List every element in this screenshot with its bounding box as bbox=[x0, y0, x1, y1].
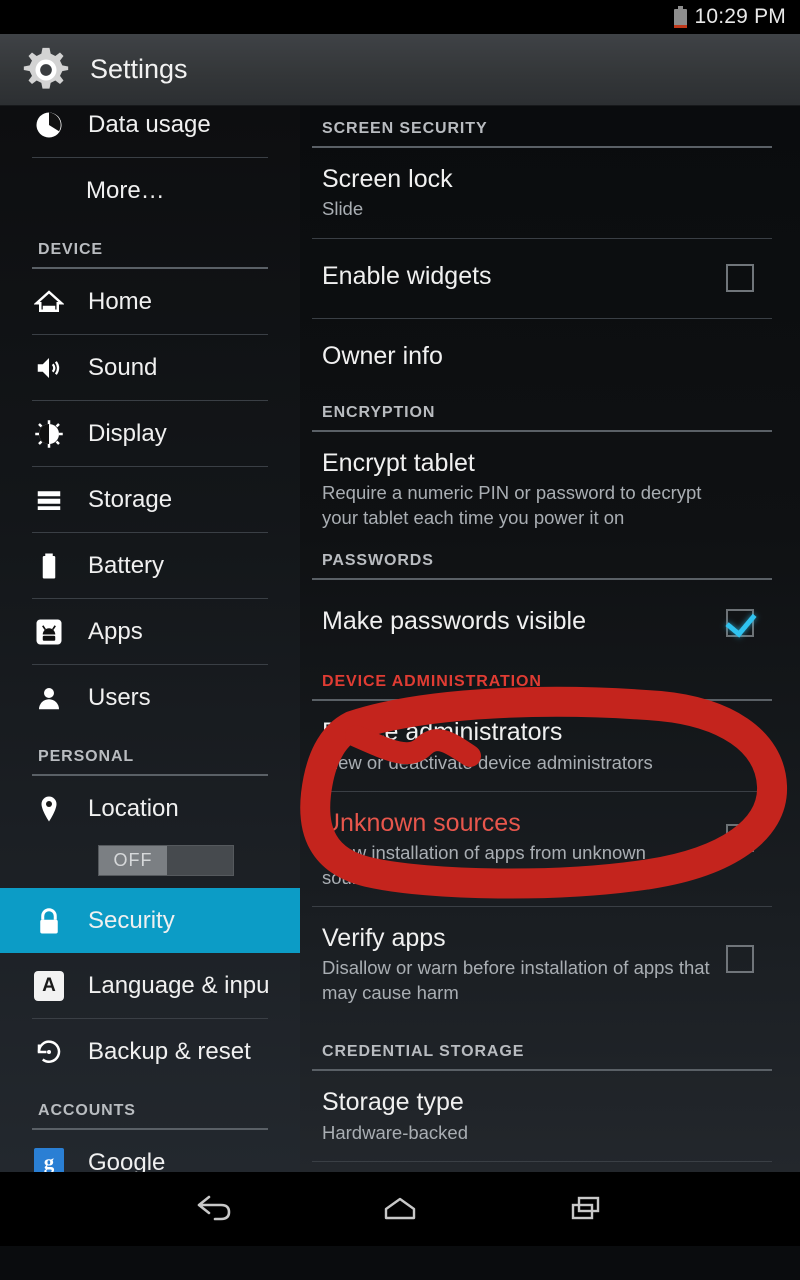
setting-row-unknown-sources[interactable]: Unknown sources Allow installation of ap… bbox=[300, 792, 800, 906]
settings-sidebar[interactable]: Data usage More… DEVICE Home Sound Displ… bbox=[0, 106, 300, 1172]
setting-row-owner-info[interactable]: Owner info bbox=[300, 319, 800, 382]
home-icon bbox=[32, 285, 66, 319]
action-bar: Settings bbox=[0, 34, 800, 106]
sidebar-item-storage[interactable]: Storage bbox=[0, 467, 300, 532]
sidebar-label: Display bbox=[88, 419, 167, 447]
android-settings-screen: 10:29 PM Settings Data usage More… DEVIC… bbox=[0, 0, 800, 1280]
sidebar-label: Apps bbox=[88, 617, 143, 645]
sidebar-item-sound[interactable]: Sound bbox=[0, 335, 300, 400]
lock-icon bbox=[32, 904, 66, 938]
row-title: Owner info bbox=[322, 341, 443, 370]
sidebar-item-data-usage[interactable]: Data usage bbox=[0, 106, 300, 157]
setting-row-trusted-credentials[interactable]: Trusted credentials bbox=[300, 1162, 800, 1172]
row-subtitle: Require a numeric PIN or password to dec… bbox=[322, 482, 702, 528]
sidebar-item-backup-reset[interactable]: Backup & reset bbox=[0, 1019, 300, 1084]
battery-icon bbox=[32, 549, 66, 583]
setting-row-make-passwords-visible[interactable]: Make passwords visible bbox=[300, 580, 800, 665]
pie-chart-icon bbox=[32, 108, 66, 142]
section-header-screen-security: SCREEN SECURITY bbox=[322, 120, 488, 137]
row-title: Encrypt tablet bbox=[322, 449, 475, 478]
row-title: Verify apps bbox=[322, 924, 446, 953]
gear-icon[interactable] bbox=[18, 42, 74, 98]
section-header-passwords: PASSWORDS bbox=[322, 552, 434, 570]
sidebar-item-users[interactable]: Users bbox=[0, 665, 300, 730]
sidebar-label: Language & inpu bbox=[88, 971, 270, 999]
sidebar-item-battery[interactable]: Battery bbox=[0, 533, 300, 598]
sidebar-label: Google bbox=[88, 1148, 166, 1173]
sidebar-label: Backup & reset bbox=[88, 1037, 251, 1065]
verify-apps-checkbox[interactable] bbox=[726, 945, 754, 974]
section-header-encryption: ENCRYPTION bbox=[322, 404, 436, 422]
sidebar-item-language-input[interactable]: A Language & inpu bbox=[0, 953, 300, 1018]
row-title: Make passwords visible bbox=[322, 607, 586, 636]
location-toggle-wrap: OFF bbox=[0, 841, 300, 888]
sidebar-header-personal: PERSONAL bbox=[38, 748, 135, 765]
sidebar-item-security[interactable]: Security bbox=[0, 888, 300, 953]
sidebar-label: More… bbox=[86, 176, 165, 204]
android-apps-icon bbox=[32, 615, 66, 649]
make-passwords-visible-checkbox[interactable] bbox=[726, 608, 754, 637]
section-header-credential-storage: CREDENTIAL STORAGE bbox=[322, 1043, 525, 1061]
sidebar-item-display[interactable]: Display bbox=[0, 401, 300, 466]
security-settings-pane[interactable]: SCREEN SECURITY Screen lock Slide Enable… bbox=[300, 106, 800, 1172]
location-toggle-label: OFF bbox=[99, 846, 167, 875]
person-icon bbox=[32, 681, 66, 715]
sidebar-item-home[interactable]: Home bbox=[0, 269, 300, 334]
row-subtitle: View or deactivate device administrators bbox=[322, 751, 653, 773]
sidebar-label: Storage bbox=[88, 485, 173, 513]
sidebar-header-device: DEVICE bbox=[38, 241, 103, 258]
content-area: Data usage More… DEVICE Home Sound Displ… bbox=[0, 106, 800, 1172]
section-header-device-administration: DEVICE ADMINISTRATION bbox=[322, 673, 542, 691]
sidebar-label: Data usage bbox=[88, 110, 211, 138]
sidebar-label: Security bbox=[88, 906, 175, 934]
setting-row-verify-apps[interactable]: Verify apps Disallow or warn before inst… bbox=[300, 907, 800, 1021]
sidebar-label: Sound bbox=[88, 353, 158, 381]
setting-row-encrypt-tablet[interactable]: Encrypt tablet Require a numeric PIN or … bbox=[300, 432, 800, 546]
navigation-bar bbox=[0, 1172, 800, 1246]
unknown-sources-checkbox[interactable] bbox=[726, 824, 754, 853]
sidebar-item-apps[interactable]: Apps bbox=[0, 599, 300, 664]
row-title: Screen lock bbox=[322, 165, 453, 193]
row-title: Storage type bbox=[322, 1088, 464, 1117]
row-subtitle: Allow installation of apps from unknown … bbox=[322, 842, 646, 888]
location-pin-icon bbox=[32, 792, 66, 826]
sidebar-item-more[interactable]: More… bbox=[0, 158, 300, 223]
setting-row-storage-type[interactable]: Storage type Hardware-backed bbox=[300, 1071, 800, 1161]
setting-row-device-administrators[interactable]: Device administrators View or deactivate… bbox=[300, 701, 800, 791]
sidebar-item-location[interactable]: Location bbox=[0, 776, 300, 841]
row-subtitle: Hardware-backed bbox=[322, 1121, 469, 1143]
recents-button[interactable] bbox=[555, 1183, 619, 1235]
row-title: Enable widgets bbox=[322, 261, 492, 290]
row-subtitle: Slide bbox=[322, 198, 364, 220]
sidebar-label: Location bbox=[88, 794, 179, 822]
google-icon: g bbox=[32, 1146, 66, 1172]
sidebar-label: Home bbox=[88, 287, 153, 315]
storage-icon bbox=[32, 483, 66, 517]
home-button[interactable] bbox=[368, 1183, 432, 1235]
sidebar-label: Users bbox=[88, 683, 151, 711]
row-title: Unknown sources bbox=[322, 809, 521, 838]
battery-low-icon bbox=[673, 6, 687, 28]
row-subtitle: Disallow or warn before installation of … bbox=[322, 957, 710, 1003]
setting-row-enable-widgets[interactable]: Enable widgets bbox=[300, 239, 800, 318]
sidebar-header-accounts: ACCOUNTS bbox=[38, 1102, 136, 1119]
restore-icon bbox=[32, 1035, 66, 1069]
speaker-icon bbox=[32, 351, 66, 385]
brightness-icon bbox=[32, 417, 66, 451]
status-bar: 10:29 PM bbox=[0, 0, 800, 34]
setting-row-screen-lock[interactable]: Screen lock Slide bbox=[300, 148, 800, 238]
location-toggle[interactable]: OFF bbox=[98, 845, 234, 876]
language-icon: A bbox=[32, 969, 66, 1003]
sidebar-item-google[interactable]: g Google bbox=[0, 1130, 300, 1172]
enable-widgets-checkbox[interactable] bbox=[726, 264, 754, 293]
row-title: Device administrators bbox=[322, 718, 563, 747]
sidebar-label: Battery bbox=[88, 551, 165, 579]
app-title: Settings bbox=[90, 54, 188, 84]
back-button[interactable] bbox=[181, 1183, 245, 1235]
status-bar-clock: 10:29 PM bbox=[694, 5, 786, 28]
